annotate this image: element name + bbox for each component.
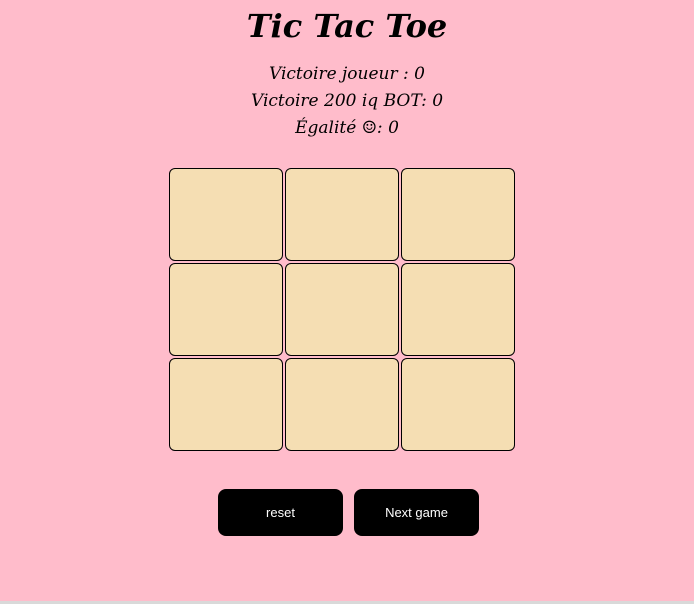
board-cell-1[interactable] [169,168,283,261]
board-cell-8[interactable] [285,358,399,451]
draws-text: Égalité ☺: 0 [295,118,399,138]
next-game-button[interactable]: Next game [354,489,479,536]
game-board [169,168,517,454]
board-cell-4[interactable] [169,263,283,356]
reset-button[interactable]: reset [218,489,343,536]
board-cell-3[interactable] [401,168,515,261]
page-title: Tic Tac Toe [246,7,448,45]
board-cell-5[interactable] [285,263,399,356]
board-cell-9[interactable] [401,358,515,451]
board-cell-7[interactable] [169,358,283,451]
board-cell-6[interactable] [401,263,515,356]
board-cell-2[interactable] [285,168,399,261]
player-wins-text: Victoire joueur : 0 [269,64,425,84]
bot-wins-text: Victoire 200 iq BOT: 0 [250,91,444,111]
